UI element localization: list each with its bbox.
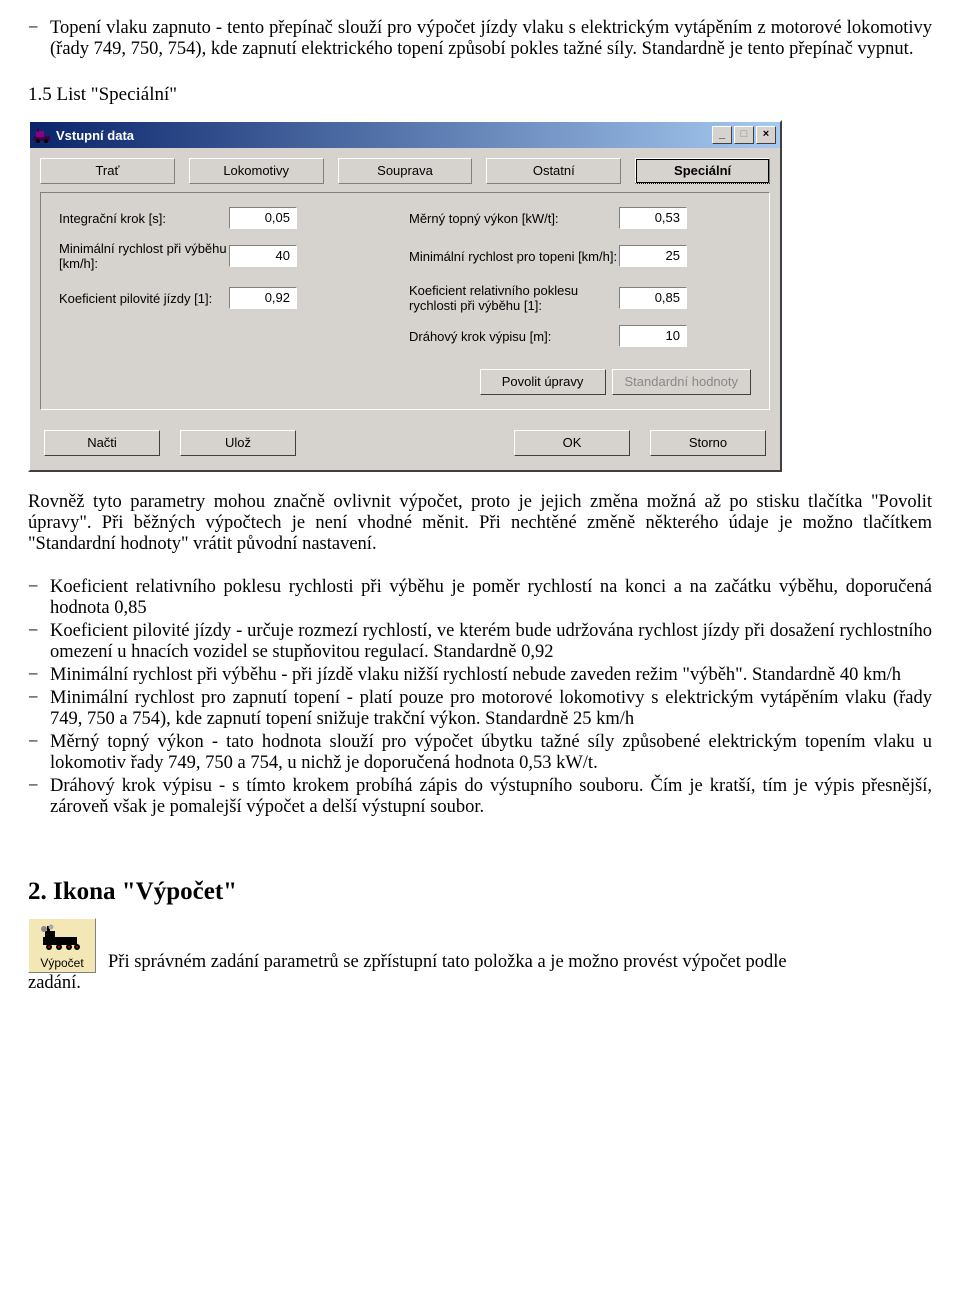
intro-bullet: − Topení vlaku zapnuto - tento přepínač …	[28, 18, 932, 60]
tab-specialni[interactable]: Speciální	[635, 158, 770, 184]
input-integracni-krok[interactable]: 0,05	[229, 207, 297, 229]
window-vstupni-data: Vstupní data _ □ × Trať Lokomotivy Soupr…	[28, 120, 782, 472]
list-item: −Minimální rychlost při výběhu - při jíz…	[28, 665, 932, 686]
label-min-rychlost-vybeh: Minimální rychlost při výběhu [km/h]:	[59, 241, 229, 271]
section2-tail: zadání.	[28, 973, 932, 994]
paragraph-after-window: Rovněž tyto parametry mohou značně ovliv…	[28, 492, 932, 555]
list-item: −Minimální rychlost pro zapnutí topení -…	[28, 688, 932, 730]
bottom-button-bar: Načti Ulož OK Storno	[30, 420, 780, 470]
vypocet-icon-button[interactable]: Výpočet	[28, 918, 96, 973]
input-min-rychlost-topeni[interactable]: 25	[619, 245, 687, 267]
input-drahovy-krok[interactable]: 10	[619, 325, 687, 347]
tab-lokomotivy[interactable]: Lokomotivy	[189, 158, 324, 184]
section-heading-2: 2. Ikona "Výpočet"	[28, 878, 932, 906]
label-min-rychlost-topeni: Minimální rychlost pro topeni [km/h]:	[409, 249, 619, 264]
input-merny-topny-vykon[interactable]: 0,53	[619, 207, 687, 229]
uloz-button[interactable]: Ulož	[180, 430, 296, 456]
bullet-list: −Koeficient relativního poklesu rychlost…	[28, 577, 932, 818]
nacti-button[interactable]: Načti	[44, 430, 160, 456]
close-button[interactable]: ×	[756, 126, 776, 144]
list-item: −Dráhový krok výpisu - s tímto krokem pr…	[28, 776, 932, 818]
list-item: −Měrný topný výkon - tato hodnota slouží…	[28, 732, 932, 774]
povolit-upravy-button[interactable]: Povolit úpravy	[480, 369, 606, 395]
minimize-button[interactable]: _	[712, 126, 732, 144]
input-koef-pilovite[interactable]: 0,92	[229, 287, 297, 309]
storno-button[interactable]: Storno	[650, 430, 766, 456]
window-title: Vstupní data	[56, 128, 712, 143]
tab-trat[interactable]: Trať	[40, 158, 175, 184]
maximize-button: □	[734, 126, 754, 144]
titlebar: Vstupní data _ □ ×	[30, 122, 780, 148]
tabs: Trať Lokomotivy Souprava Ostatní Speciál…	[30, 148, 780, 184]
label-drahovy-krok: Dráhový krok výpisu [m]:	[409, 329, 619, 344]
icon-caption: Výpočet	[33, 956, 91, 970]
tab-panel-specialni: Integrační krok [s]: 0,05 Měrný topný vý…	[40, 192, 770, 410]
tab-ostatni[interactable]: Ostatní	[486, 158, 621, 184]
input-koef-relativni-pokles[interactable]: 0,85	[619, 287, 687, 309]
label-merny-topny-vykon: Měrný topný výkon [kW/t]:	[409, 211, 619, 226]
tab-souprava[interactable]: Souprava	[338, 158, 473, 184]
standardni-hodnoty-button: Standardní hodnoty	[612, 369, 751, 395]
locomotive-icon	[33, 923, 91, 954]
section2-text: Při správném zadání parametrů se zpřístu…	[108, 952, 932, 973]
label-koef-relativni-pokles: Koeficient relativního poklesu rychlosti…	[409, 283, 619, 313]
label-koef-pilovite: Koeficient pilovité jízdy [1]:	[59, 291, 229, 306]
intro-text: Topení vlaku zapnuto - tento přepínač sl…	[50, 18, 932, 60]
input-min-rychlost-vybeh[interactable]: 40	[229, 245, 297, 267]
app-icon	[34, 127, 50, 143]
list-item: −Koeficient relativního poklesu rychlost…	[28, 577, 932, 619]
bullet-dash: −	[28, 18, 50, 60]
label-integracni-krok: Integrační krok [s]:	[59, 211, 229, 226]
list-item: −Koeficient pilovité jízdy - určuje rozm…	[28, 621, 932, 663]
section-heading-1-5: 1.5 List "Speciální"	[28, 84, 932, 106]
ok-button[interactable]: OK	[514, 430, 630, 456]
